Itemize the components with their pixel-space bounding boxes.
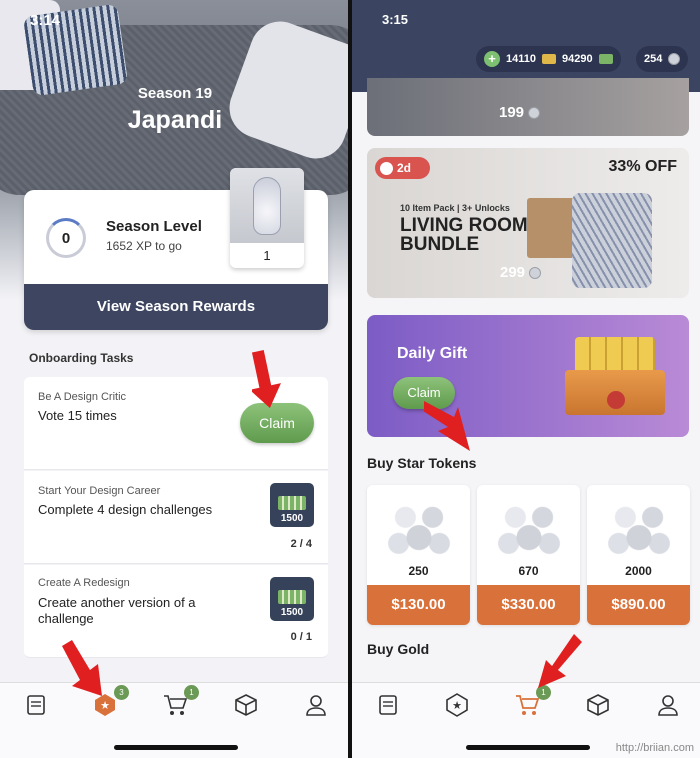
cash-amount: 14110 <box>506 53 536 65</box>
cash-reward-icon: 1500 <box>270 483 314 527</box>
star-badge-icon: ★ <box>446 693 468 717</box>
tab-feed[interactable] <box>24 693 48 717</box>
offer-banner[interactable]: 199 <box>367 78 689 136</box>
tab-profile[interactable] <box>304 693 328 717</box>
token-amount: 2000 <box>625 564 652 578</box>
pack-info: 10 Item Pack | 3+ Unlocks <box>400 203 510 213</box>
tab-profile[interactable] <box>656 693 680 717</box>
daily-gift-title: Daily Gift <box>397 345 468 362</box>
daily-gift-card: Daily Gift Claim <box>367 315 689 437</box>
reward-item-count: 1 <box>263 248 271 263</box>
clock-icon <box>380 161 393 175</box>
task-item: Start Your Design Career Complete 4 desi… <box>24 471 328 564</box>
red-arrow-annotation <box>62 640 102 696</box>
tab-inventory[interactable] <box>234 693 258 717</box>
tab-inventory[interactable] <box>586 693 610 717</box>
tab-feed[interactable] <box>376 693 400 717</box>
challenges-count-badge: 3 <box>114 685 129 700</box>
token-icon <box>528 106 541 119</box>
season-name: Japandi <box>127 106 223 134</box>
red-arrow-annotation <box>424 401 470 451</box>
task-item: Be A Design Critic Vote 15 times Claim <box>24 377 328 470</box>
task-category: Create A Redesign <box>38 577 130 589</box>
level-xp-remaining: 1652 XP to go <box>106 239 182 253</box>
token-amount: 254 <box>644 53 663 65</box>
red-arrow-annotation <box>538 634 582 688</box>
buy-gold-header: Buy Gold <box>367 641 430 657</box>
token-price-button[interactable]: $330.00 <box>477 585 580 625</box>
tab-shop[interactable]: 1 <box>163 685 199 717</box>
token-pack-card[interactable]: 670 $330.00 <box>477 485 580 625</box>
token-pack-card[interactable]: 2000 $890.00 <box>587 485 690 625</box>
task-description: Complete 4 design challenges <box>38 502 213 517</box>
coin-stack-image <box>495 497 563 555</box>
receipt-icon <box>379 695 397 715</box>
task-progress: 2 / 4 <box>290 538 312 550</box>
season-label: Season 19 <box>137 85 213 102</box>
bundle-title: LIVING ROOM BUNDLE <box>400 215 528 255</box>
add-currency-icon[interactable]: + <box>484 51 500 67</box>
coin-stack-image <box>605 497 673 555</box>
gold-icon <box>541 54 556 64</box>
vase-image <box>253 176 281 235</box>
token-price-button[interactable]: $890.00 <box>587 585 690 625</box>
cash-icon <box>598 54 613 64</box>
discount-label: 33% OFF <box>608 158 677 175</box>
gold-box-image <box>565 337 665 415</box>
task-progress: 0 / 1 <box>290 631 312 643</box>
receipt-icon <box>27 695 45 715</box>
bundle-price: 299 <box>500 264 542 281</box>
buy-star-tokens-header: Buy Star Tokens <box>367 455 477 471</box>
token-icon <box>668 53 681 65</box>
home-indicator <box>466 745 590 750</box>
tab-bar: ★ 3 1 <box>0 682 348 758</box>
status-time: 3:15 <box>382 12 409 27</box>
person-icon <box>306 695 326 716</box>
token-pack-card[interactable]: 250 $130.00 <box>367 485 470 625</box>
status-time: 3:14 <box>30 12 61 29</box>
token-balance[interactable]: 254 <box>636 46 689 72</box>
svg-text:★: ★ <box>100 700 110 712</box>
svg-text:★: ★ <box>452 700 462 712</box>
task-category: Start Your Design Career <box>38 485 161 497</box>
gold-amount: 94290 <box>561 53 593 65</box>
task-description: Create another version of a challenge <box>38 595 196 626</box>
coin-stack-image <box>385 497 453 555</box>
tab-bar: ★ 1 http://briian.com <box>352 682 700 758</box>
task-description: Vote 15 times <box>38 408 117 423</box>
tab-challenges[interactable]: ★ <box>445 693 469 717</box>
task-category: Be A Design Critic <box>38 391 127 403</box>
offer-price: 199 <box>499 104 541 121</box>
cart-icon <box>164 695 187 715</box>
right-screen: 3:15 + 14110 94290 254 199 2d 33% OFF 10… <box>352 0 700 758</box>
home-indicator <box>114 745 238 750</box>
box-icon <box>235 694 257 716</box>
reward-item-card[interactable]: 1 <box>230 168 304 268</box>
living-room-bundle-banner[interactable]: 2d 33% OFF 10 Item Pack | 3+ Unlocks LIV… <box>367 148 689 298</box>
token-icon <box>529 266 542 279</box>
tab-shop[interactable]: 1 <box>515 685 551 717</box>
token-price-button[interactable]: $130.00 <box>367 585 470 625</box>
level-progress-ring: 0 <box>46 218 86 258</box>
cart-icon <box>516 695 539 715</box>
red-arrow-annotation <box>252 350 281 409</box>
offer-timer: 2d <box>375 157 430 179</box>
cash-gold-balance[interactable]: + 14110 94290 <box>476 46 621 72</box>
chair-image <box>572 193 652 288</box>
token-amount: 670 <box>518 564 539 578</box>
person-icon <box>658 695 678 716</box>
shop-count-badge: 1 <box>184 685 199 700</box>
watermark: http://briian.com <box>615 742 694 754</box>
cash-reward-icon: 1500 <box>270 577 314 621</box>
view-season-rewards-button[interactable]: View Season Rewards <box>24 284 328 330</box>
box-icon <box>587 694 609 716</box>
token-amount: 250 <box>408 564 429 578</box>
onboarding-tasks-header: Onboarding Tasks <box>29 351 134 365</box>
level-title: Season Level <box>106 218 202 235</box>
left-screen: 3:14 Season 19 Japandi 0 Season Level 16… <box>0 0 348 758</box>
